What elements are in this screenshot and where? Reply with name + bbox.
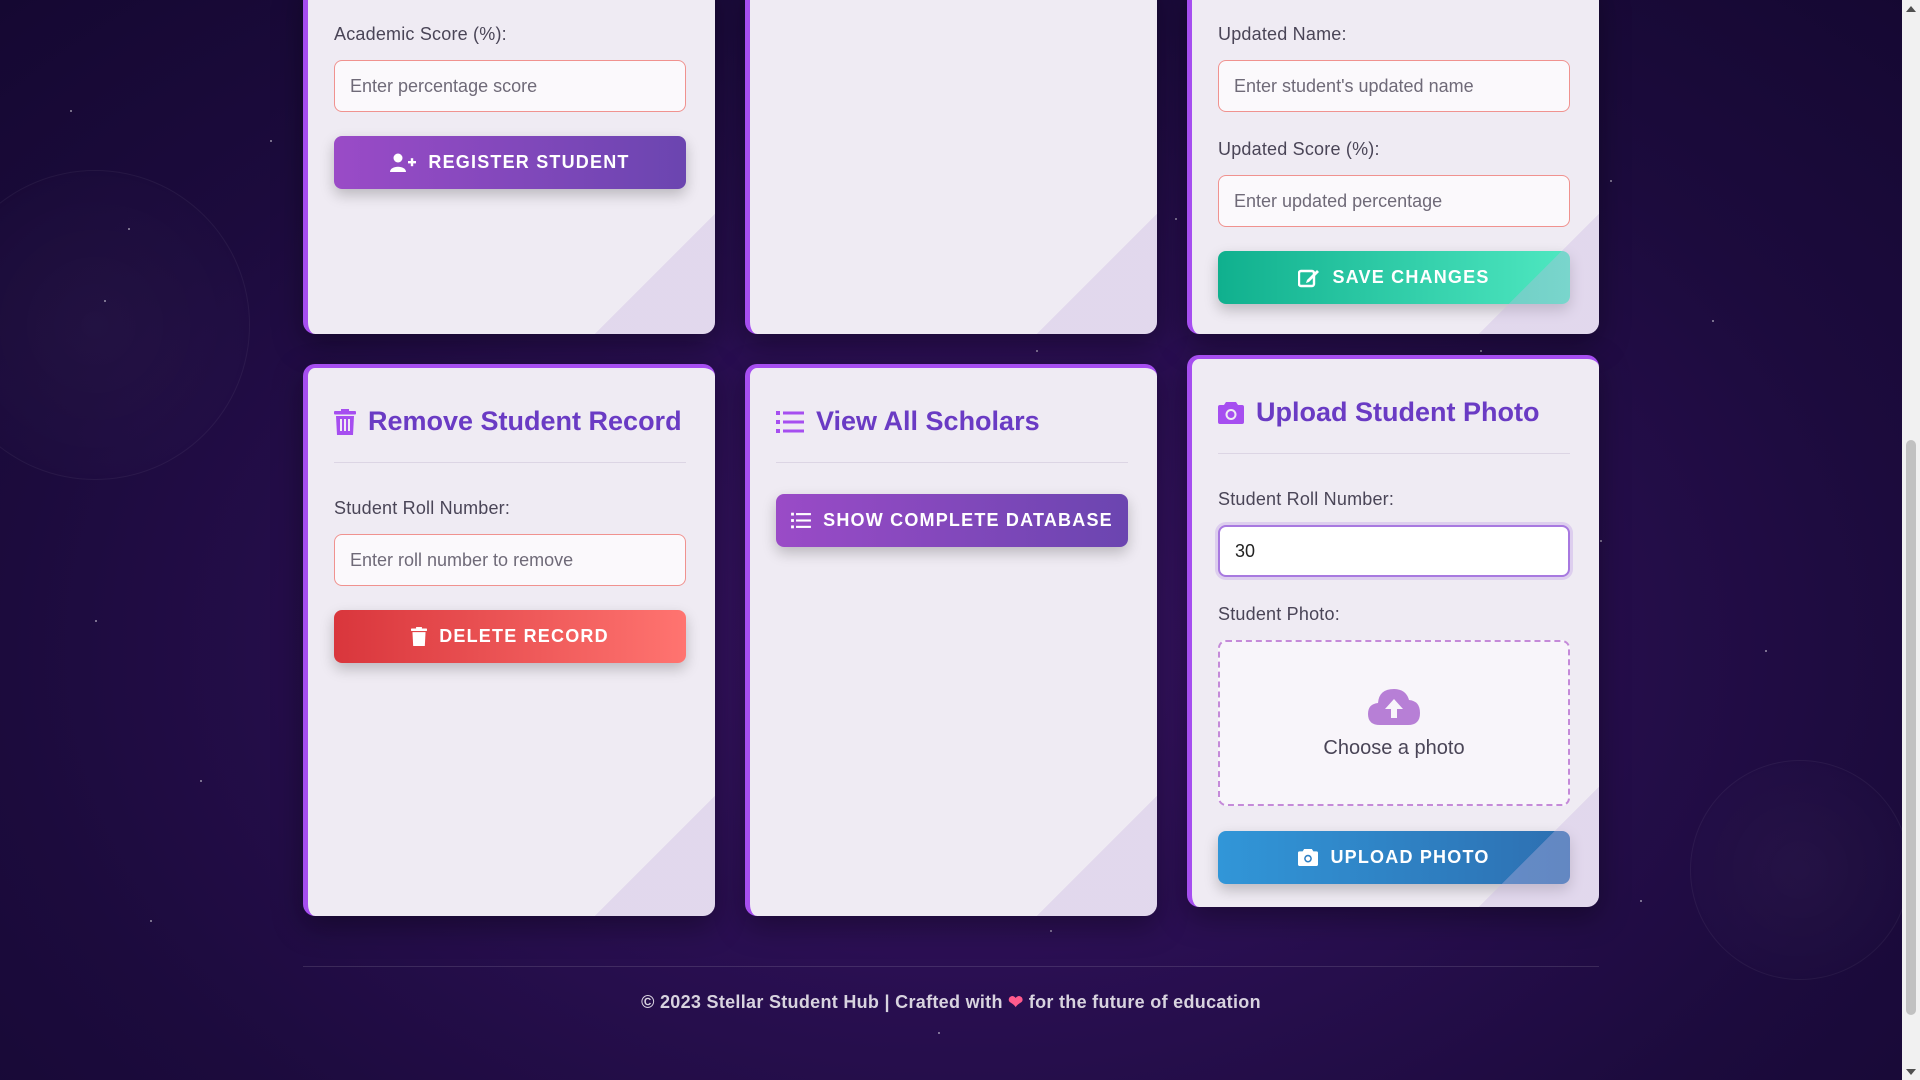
remove-student-title: Remove Student Record — [334, 406, 682, 437]
updated-name-input[interactable] — [1218, 60, 1570, 112]
view-card-divider — [776, 462, 1128, 463]
save-changes-button[interactable]: SAVE CHANGES — [1218, 251, 1570, 304]
view-scholars-title-text: View All Scholars — [816, 406, 1040, 436]
middle-top-card — [745, 0, 1157, 334]
updated-score-input[interactable] — [1218, 175, 1570, 227]
delete-record-label: DELETE RECORD — [439, 626, 609, 646]
camera-icon — [1218, 401, 1244, 424]
photo-dropzone[interactable]: Choose a photo — [1218, 640, 1570, 806]
remove-student-title-text: Remove Student Record — [368, 406, 682, 436]
upload-photo-card: Upload Student Photo Student Roll Number… — [1187, 355, 1599, 907]
upload-photo-label: UPLOAD PHOTO — [1330, 847, 1490, 867]
show-database-label: SHOW COMPLETE DATABASE — [823, 510, 1113, 530]
register-student-card: Academic Score (%): REGISTER STUDENT — [303, 0, 715, 334]
scroll-thumb[interactable] — [1906, 440, 1916, 1015]
heart-icon: ❤ — [1008, 992, 1024, 1012]
upload-photo-title-text: Upload Student Photo — [1256, 397, 1540, 427]
delete-record-button[interactable]: DELETE RECORD — [334, 610, 686, 663]
list-icon — [776, 410, 804, 433]
cloud-upload-icon — [1368, 688, 1420, 725]
register-student-label: REGISTER STUDENT — [428, 152, 630, 172]
trash-icon — [334, 408, 356, 435]
edit-icon — [1298, 269, 1320, 287]
updated-name-label: Updated Name: — [1218, 24, 1347, 44]
remove-roll-label: Student Roll Number: — [334, 498, 511, 518]
academic-score-label: Academic Score (%): — [334, 24, 507, 44]
footer-divider — [303, 966, 1599, 967]
updated-score-label: Updated Score (%): — [1218, 139, 1380, 159]
trash-icon — [411, 627, 428, 646]
scroll-up-arrow-icon[interactable] — [1902, 0, 1920, 17]
remove-student-card: Remove Student Record Student Roll Numbe… — [303, 364, 715, 916]
show-database-button[interactable]: SHOW COMPLETE DATABASE — [776, 494, 1128, 547]
upload-photo-title: Upload Student Photo — [1218, 397, 1539, 428]
update-student-card: Updated Name: Updated Score (%): SAVE CH… — [1187, 0, 1599, 334]
remove-card-divider — [334, 462, 686, 463]
register-student-button[interactable]: REGISTER STUDENT — [334, 136, 686, 189]
vertical-scrollbar[interactable] — [1902, 0, 1920, 1080]
remove-roll-input[interactable] — [334, 534, 686, 586]
view-scholars-title: View All Scholars — [776, 406, 1040, 437]
upload-card-divider — [1218, 453, 1570, 454]
upload-roll-input[interactable] — [1218, 525, 1570, 577]
footer-text-before: © 2023 Stellar Student Hub | Crafted wit… — [641, 992, 1003, 1012]
list-icon — [791, 512, 812, 529]
student-photo-label: Student Photo: — [1218, 604, 1340, 624]
footer-text-after: for the future of education — [1028, 992, 1261, 1012]
scroll-down-arrow-icon[interactable] — [1902, 1063, 1920, 1080]
footer: © 2023 Stellar Student Hub | Crafted wit… — [303, 992, 1599, 1013]
user-plus-icon — [390, 153, 417, 172]
upload-roll-label: Student Roll Number: — [1218, 489, 1395, 509]
choose-photo-text: Choose a photo — [1323, 736, 1465, 759]
academic-score-input[interactable] — [334, 60, 686, 112]
save-changes-label: SAVE CHANGES — [1332, 267, 1490, 287]
camera-icon — [1298, 849, 1319, 866]
view-scholars-card: View All Scholars SHOW COMPLETE DATABASE — [745, 364, 1157, 916]
upload-photo-button[interactable]: UPLOAD PHOTO — [1218, 831, 1570, 884]
